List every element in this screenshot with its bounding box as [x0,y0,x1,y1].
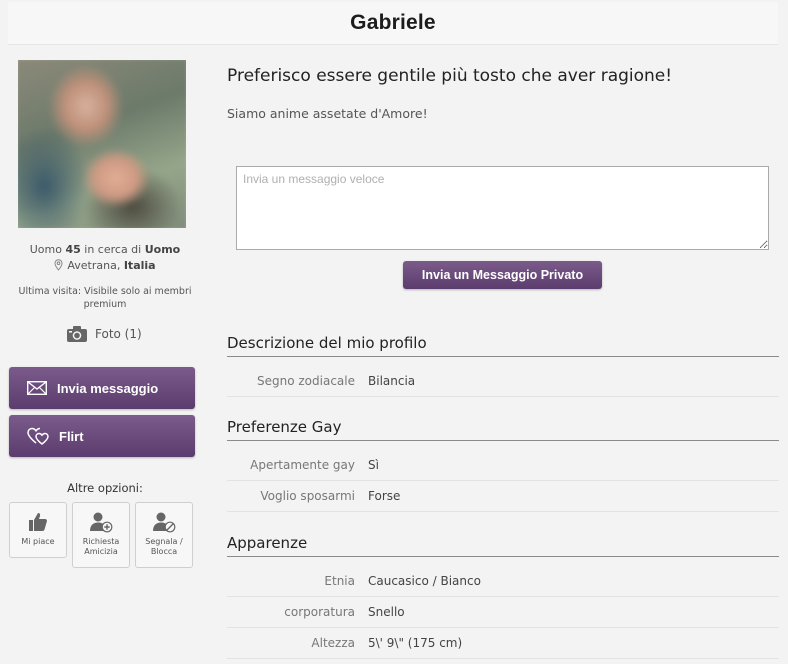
row-label: Altezza [311,636,355,650]
flirt-button[interactable]: Flirt [9,415,195,457]
flirt-label: Flirt [59,428,84,444]
send-private-message-button[interactable]: Invia un Messaggio Privato [403,261,602,289]
table-row: Voglio sposarmi Forse [227,481,779,512]
row-label: Apertamente gay [250,458,355,472]
row-value: Forse [368,489,401,503]
row-label: corporatura [284,605,355,619]
thumbs-up-icon [29,513,47,531]
profile-location: Avetrana, Italia [8,259,202,272]
like-button[interactable]: Mi piace [9,502,67,558]
send-message-button[interactable]: Invia messaggio [9,367,195,409]
row-label: Segno zodiacale [257,374,355,388]
user-add-icon [90,512,113,533]
table-row: Segno zodiacale Bilancia [227,366,779,397]
table-row: Altezza 5\' 9\" (175 cm) [227,628,779,659]
row-value: Sì [368,458,379,472]
user-block-icon [153,512,176,533]
envelope-icon [27,381,47,395]
row-value: Bilancia [368,374,416,388]
profile-name: Gabriele [350,11,436,34]
report-block-button[interactable]: Segnala / Blocca [135,502,193,568]
row-label: Etnia [324,574,355,588]
location-pin-icon [54,259,63,271]
profile-summary: Uomo 45 in cerca di Uomo [8,243,202,256]
table-row: Apertamente gay Sì [227,450,779,481]
section-description-title: Descrizione del mio profilo [227,334,779,357]
row-value: Caucasico / Bianco [368,574,481,588]
friend-request-button[interactable]: Richiesta Amicizia [72,502,130,568]
like-label: Mi piace [21,537,55,546]
profile-headline: Preferisco essere gentile più tosto che … [227,66,673,86]
report-block-label: Segnala / Blocca [145,537,183,556]
profile-photo[interactable] [18,60,186,228]
section-appearance-title: Apparenze [227,534,779,557]
last-visit: Ultima visita: Visibile solo ai membri p… [18,286,192,310]
photos-label: Foto (1) [95,327,142,341]
section-gay-prefs-title: Preferenze Gay [227,418,779,441]
gender: Uomo [29,243,62,256]
send-message-label: Invia messaggio [57,380,159,396]
seeking-label: in cerca di [84,243,142,256]
seeking: Uomo [144,243,181,256]
profile-photo-image [18,60,186,228]
table-row: Etnia Caucasico / Bianco [227,566,779,597]
camera-icon [67,326,87,342]
city: Avetrana [67,259,117,272]
quick-message-input[interactable] [236,166,769,250]
hearts-icon [27,427,49,445]
country: Italia [123,259,156,272]
profile-about-text: Siamo anime assetate d'Amore! [227,106,428,121]
other-options-label: Altre opzioni: [67,481,143,495]
photos-link[interactable]: Foto (1) [66,325,142,343]
friend-request-label: Richiesta Amicizia [82,537,120,556]
row-label: Voglio sposarmi [260,489,355,503]
row-value: Snello [368,605,405,619]
table-row: corporatura Snello [227,597,779,628]
profile-header: Gabriele [8,2,778,45]
age: 45 [65,243,81,256]
row-value: 5\' 9\" (175 cm) [368,636,463,650]
